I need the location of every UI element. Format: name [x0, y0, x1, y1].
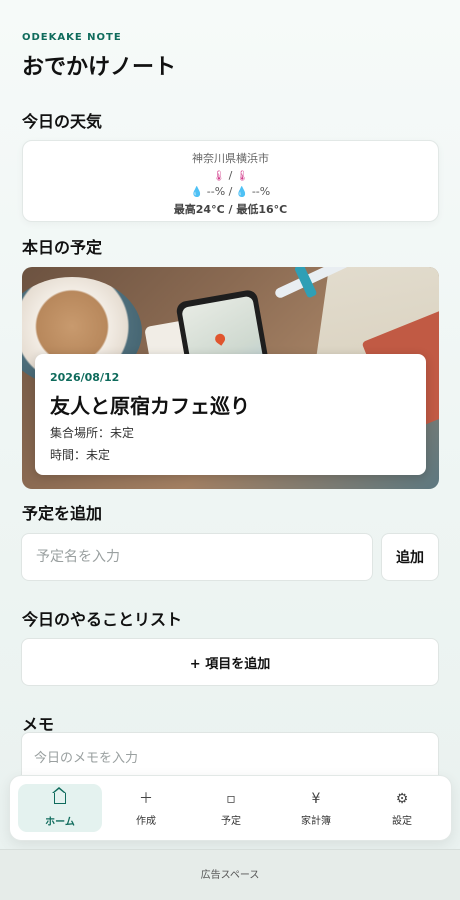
- plan-section-title: 本日の予定: [22, 238, 103, 257]
- tab-label: 予定: [221, 816, 241, 827]
- square-icon: ▫: [226, 791, 236, 807]
- add-plan-button[interactable]: 追加: [381, 533, 439, 581]
- plan-name-input[interactable]: [21, 533, 373, 581]
- tab-label: 家計簿: [301, 816, 331, 827]
- plan-card[interactable]: 2026/08/12 友人と原宿カフェ巡り 集合場所：未定 時間：未定: [35, 354, 426, 475]
- thermometer-icon: 🌡: [212, 171, 226, 182]
- add-todo-item-button[interactable]: + 項目を追加: [21, 638, 439, 686]
- droplet-icon: 💧: [190, 187, 204, 198]
- brand-label: ODEKAKE NOTE: [22, 32, 122, 43]
- weather-card: 神奈川県横浜市 🌡 / 🌡 💧 --% / 💧 --% 最高24°C / 最低1…: [22, 140, 439, 222]
- plan-time: 時間：未定: [50, 448, 111, 462]
- droplet-icon: 💧: [235, 187, 249, 198]
- thermometer-icon: 🌡: [235, 171, 249, 182]
- weather-temp-line: 🌡 / 🌡: [23, 169, 438, 182]
- plus-icon: ＋: [139, 791, 153, 807]
- weather-precip-line: 💧 --% / 💧 --%: [23, 185, 438, 198]
- tab-label: ホーム: [45, 817, 75, 828]
- plan-hero-image[interactable]: 2026/08/12 友人と原宿カフェ巡り 集合場所：未定 時間：未定: [22, 267, 439, 489]
- gear-icon: ⚙: [395, 791, 409, 807]
- plan-meeting-place: 集合場所：未定: [50, 426, 135, 440]
- weather-temp-separator: /: [228, 169, 233, 182]
- ad-space: 広告スペース: [0, 849, 460, 900]
- tab-schedule[interactable]: ▫ 予定: [189, 784, 273, 832]
- weather-section-title: 今日の天気: [22, 112, 103, 131]
- weather-precip-left: --%: [206, 185, 226, 198]
- todo-section-title: 今日のやることリスト: [22, 610, 183, 629]
- tab-label: 作成: [136, 816, 156, 827]
- plan-name: 友人と原宿カフェ巡り: [50, 394, 250, 418]
- tab-household-budget[interactable]: ¥ 家計簿: [274, 784, 358, 832]
- app-screen: ODEKAKE NOTE おでかけノート 今日の天気 神奈川県横浜市 🌡 / 🌡…: [0, 0, 460, 900]
- tab-create[interactable]: ＋ 作成: [104, 784, 188, 832]
- tab-settings[interactable]: ⚙ 設定: [360, 784, 444, 832]
- bottom-tab-bar: ホーム ＋ 作成 ▫ 予定 ¥ 家計簿 ⚙ 設定: [9, 775, 452, 841]
- weather-precip-separator: /: [228, 185, 233, 198]
- tab-home[interactable]: ホーム: [18, 784, 102, 832]
- app-title: おでかけノート: [22, 55, 177, 80]
- tab-label: 設定: [392, 816, 412, 827]
- home-icon: [18, 787, 102, 808]
- weather-precip-right: --%: [251, 185, 271, 198]
- plan-date: 2026/08/12: [50, 371, 120, 384]
- add-plan-section-title: 予定を追加: [22, 504, 103, 523]
- yen-icon: ¥: [311, 791, 321, 807]
- weather-location: 神奈川県横浜市: [192, 152, 269, 165]
- weather-high-low: 最高24°C / 最低16°C: [173, 203, 288, 216]
